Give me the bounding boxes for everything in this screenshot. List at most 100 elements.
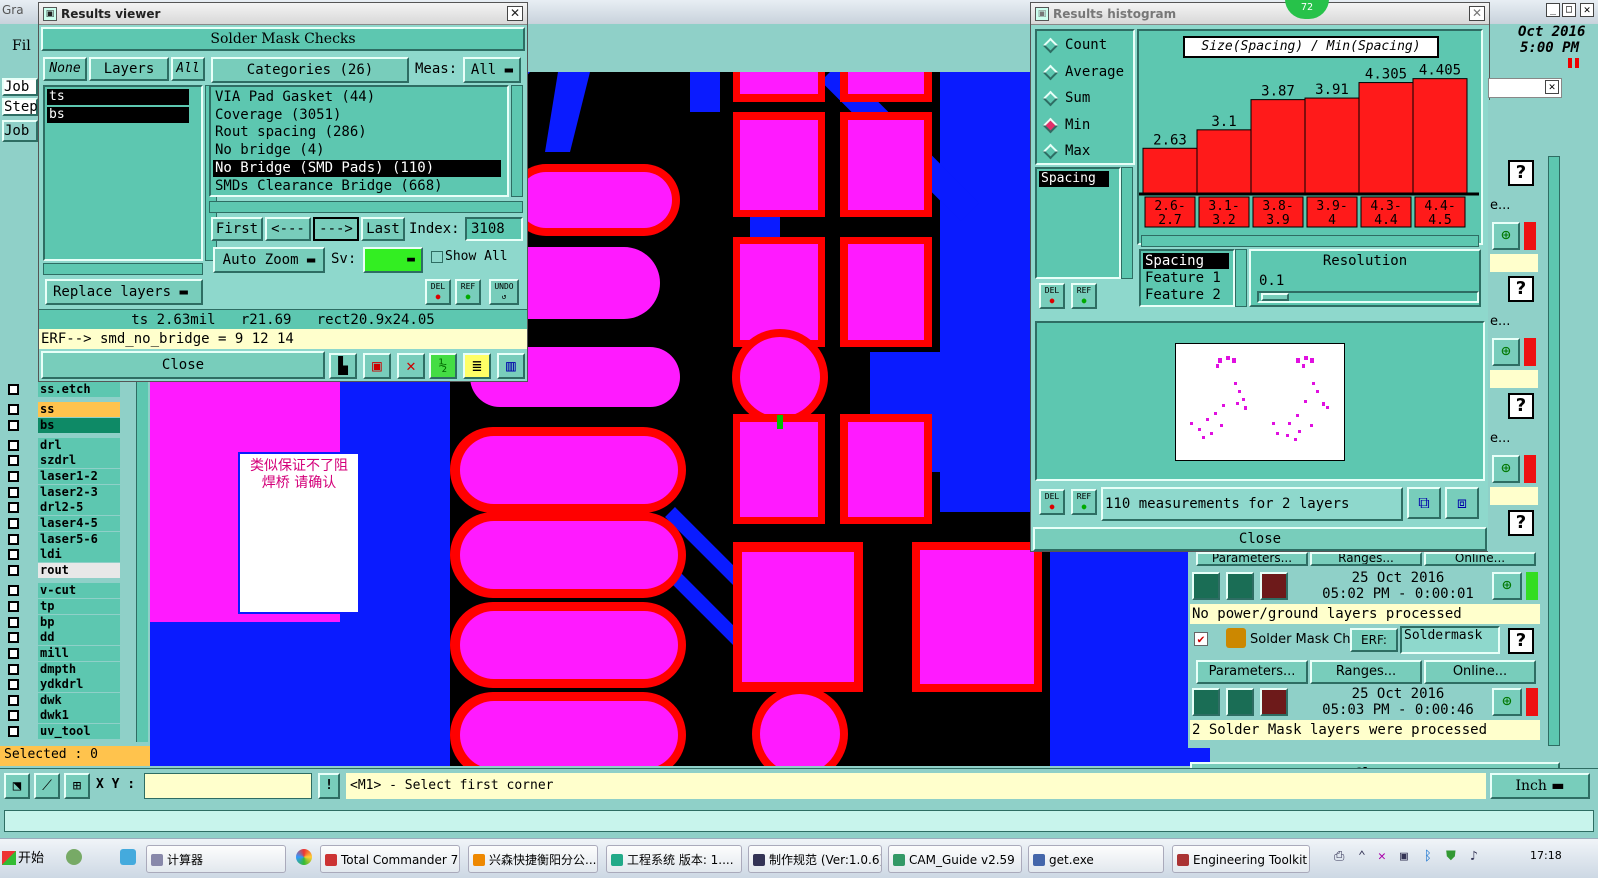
layers-button[interactable]: Layers: [89, 57, 169, 81]
histogram-bar[interactable]: [1250, 99, 1306, 194]
layer-row[interactable]: dd: [6, 630, 120, 645]
close-icon[interactable]: ✕: [1545, 80, 1559, 94]
index-input[interactable]: 3108: [465, 217, 523, 241]
layer-row[interactable]: rout: [6, 563, 120, 578]
zoom-icon[interactable]: ⊕: [1492, 338, 1520, 366]
layer-checkbox[interactable]: [8, 384, 19, 395]
ranges-button-1[interactable]: Ranges...: [1310, 552, 1422, 566]
alert-icon[interactable]: !: [318, 773, 340, 799]
layer-row[interactable]: drl2-5: [6, 500, 120, 515]
results-viewer-titlebar[interactable]: ▣ Results viewer ✕: [39, 3, 527, 25]
layer-checkbox[interactable]: [8, 679, 19, 690]
first-button[interactable]: First: [211, 217, 263, 241]
layer-list-hscroll[interactable]: [43, 263, 203, 275]
online-partial[interactable]: e...: [1490, 314, 1510, 329]
x-tray-icon[interactable]: ✕: [1378, 849, 1386, 864]
run-all-icon[interactable]: [1226, 688, 1254, 716]
layer-row[interactable]: ldi: [6, 547, 120, 562]
resolution-slider[interactable]: [1257, 291, 1479, 303]
category-list[interactable]: VIA Pad Gasket (44) Coverage (3051) Rout s…: [209, 85, 509, 197]
run-icon[interactable]: [1192, 688, 1220, 716]
layer-row[interactable]: bs: [6, 418, 120, 433]
layer-checkbox[interactable]: [8, 534, 19, 545]
step-menu[interactable]: Step: [2, 98, 38, 116]
attr-item[interactable]: Spacing: [1143, 253, 1229, 269]
layer-checkbox[interactable]: [8, 565, 19, 576]
help-icon[interactable]: ?: [1508, 393, 1534, 419]
layer-checkbox[interactable]: [8, 648, 19, 659]
hist-ref-button[interactable]: REF ●: [1071, 283, 1097, 309]
attribute-vscroll[interactable]: [1121, 167, 1133, 279]
layer-checkbox[interactable]: [8, 502, 19, 513]
chrome-icon[interactable]: [296, 849, 312, 865]
layer-checkbox[interactable]: [8, 632, 19, 643]
close-icon[interactable]: ✕: [507, 6, 523, 21]
volume-icon[interactable]: ♪: [1470, 849, 1478, 864]
close-icon[interactable]: ✕: [1469, 6, 1485, 21]
help-icon[interactable]: ?: [1508, 628, 1534, 654]
layer-preview[interactable]: [1175, 343, 1345, 461]
taskbar-item[interactable]: get.exe: [1028, 845, 1164, 873]
category-list-hscroll[interactable]: [209, 201, 523, 213]
layer-row[interactable]: dwk1: [6, 708, 120, 723]
attr-vscroll[interactable]: [1235, 249, 1247, 307]
ranges-button-2[interactable]: Ranges...: [1310, 660, 1422, 684]
mode-radio[interactable]: Count: [1042, 37, 1133, 57]
taskbar-item[interactable]: 兴森快捷衡阳分公...: [468, 845, 598, 873]
taskbar-item[interactable]: CAM_Guide v2.59: [888, 845, 1022, 873]
layer-row[interactable]: dmpth: [6, 662, 120, 677]
zoom-icon[interactable]: ⊕: [1492, 688, 1522, 716]
ref-off-icon[interactable]: ✕: [397, 353, 425, 379]
undo-button[interactable]: UNDO ↺: [489, 279, 519, 305]
mode-radio[interactable]: Average: [1042, 64, 1133, 84]
layer-checkbox[interactable]: [8, 601, 19, 612]
histogram-bar[interactable]: [1304, 97, 1360, 194]
minimize-button[interactable]: _: [1546, 3, 1560, 17]
taskbar-item[interactable]: Total Commander 7.0...: [320, 845, 460, 873]
del-button[interactable]: DEL ●: [425, 279, 451, 305]
layer-checkbox[interactable]: [8, 420, 19, 431]
show-all-checkbox[interactable]: [431, 251, 443, 263]
zoom-icon[interactable]: ⊕: [1492, 455, 1520, 483]
taskbar-item[interactable]: 计算器: [146, 845, 286, 873]
units-dropdown[interactable]: Inch ▬: [1490, 773, 1590, 799]
attr-item[interactable]: Feature 2: [1143, 287, 1229, 303]
layer-checkbox[interactable]: [8, 695, 19, 706]
category-item[interactable]: VIA Pad Gasket (44): [213, 89, 501, 106]
layer-checkbox[interactable]: [8, 710, 19, 721]
grid-tool-icon[interactable]: ⊞: [64, 773, 90, 799]
right-panel-scrollbar[interactable]: [1548, 156, 1560, 746]
online-button-2[interactable]: Online...: [1424, 660, 1536, 684]
file-menu[interactable]: Fil: [12, 38, 31, 54]
run-all-icon[interactable]: [1226, 572, 1254, 600]
layers-scrollbar[interactable]: [136, 382, 148, 742]
auto-zoom-dropdown[interactable]: Auto Zoom ▬: [213, 247, 325, 273]
quicklaunch-icon[interactable]: [66, 849, 82, 865]
annotation-note[interactable]: 类似保证不了阻 焊桥 请确认: [238, 452, 360, 614]
layer-row[interactable]: bp: [6, 615, 120, 630]
report-icon[interactable]: ≣: [463, 353, 491, 379]
last-button[interactable]: Last: [361, 217, 405, 241]
histogram-titlebar[interactable]: ▣ Results histogram ✕: [1031, 3, 1489, 25]
mode-radio[interactable]: Max: [1042, 143, 1133, 163]
bluetooth-icon[interactable]: ᛒ: [1424, 849, 1432, 864]
layer-checkbox[interactable]: [8, 549, 19, 560]
help-icon[interactable]: ?: [1508, 160, 1534, 186]
zoom-icon[interactable]: ⊕: [1492, 572, 1522, 600]
layer-checkbox[interactable]: [8, 585, 19, 596]
parameters-button-2[interactable]: Parameters...: [1196, 660, 1308, 684]
layer-row[interactable]: laser5-6: [6, 532, 120, 547]
ref-button[interactable]: REF ●: [455, 279, 481, 305]
layer-row[interactable]: mill: [6, 646, 120, 661]
histogram-bar[interactable]: [1142, 147, 1198, 194]
help-icon[interactable]: ?: [1508, 276, 1534, 302]
none-button[interactable]: None: [43, 57, 87, 81]
layer-row[interactable]: ss.etch: [6, 382, 120, 397]
next-button[interactable]: --->: [313, 217, 359, 241]
online-partial[interactable]: e...: [1490, 431, 1510, 446]
sv-dropdown[interactable]: ▬: [363, 247, 423, 273]
taskbar-item[interactable]: Engineering Toolkit 9...: [1172, 845, 1310, 873]
online-button-1[interactable]: Online...: [1424, 552, 1536, 566]
zoom-icon[interactable]: ⊕: [1492, 222, 1520, 250]
attribute-list-item[interactable]: Spacing: [1039, 171, 1109, 187]
